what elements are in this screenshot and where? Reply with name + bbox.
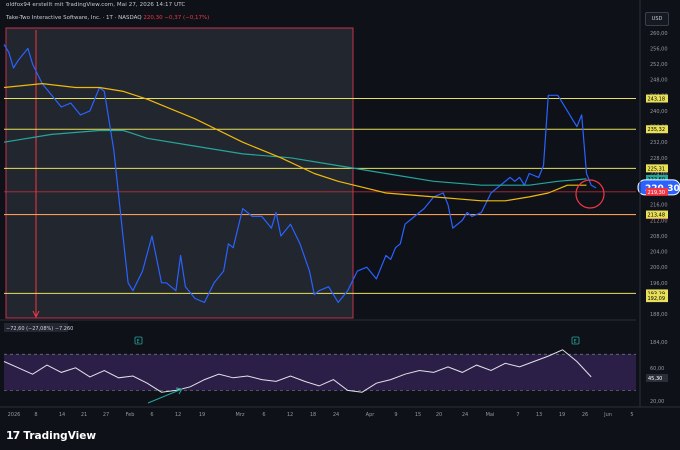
price-tag-label: 243,18 — [648, 97, 666, 103]
earnings-marker-label: E — [137, 339, 140, 345]
y-tick-label: 204,00 — [650, 250, 668, 256]
tradingview-logo-icon: 17 — [6, 429, 20, 442]
x-tick-label: 20 — [436, 412, 442, 418]
divergence-arrow — [147, 388, 183, 404]
rsi-tick-label: 20,00 — [650, 399, 664, 405]
x-tick-label: Mai — [486, 412, 495, 418]
y-tick-label: 248,00 — [650, 78, 668, 84]
x-tick-label: 12 — [175, 412, 181, 418]
x-tick-label: 5 — [630, 412, 633, 418]
x-tick-label: Apr — [366, 412, 376, 418]
last-price-text: 220,30 −0,37 (−0,17%) — [143, 15, 210, 21]
rsi-tick-label: 60,00 — [650, 366, 664, 372]
y-tick-label: 240,00 — [650, 109, 668, 115]
y-tick-label: 196,00 — [650, 281, 668, 287]
price-tag-label: 213,48 — [648, 213, 666, 219]
x-tick-label: 24 — [333, 412, 339, 418]
x-tick-label: 9 — [394, 412, 397, 418]
x-tick-label: 8 — [34, 412, 37, 418]
x-tick-label: 19 — [199, 412, 205, 418]
price-tag-label: 235,32 — [648, 127, 666, 133]
tradingview-logo-text: TradingView — [23, 429, 97, 442]
y-tick-label: 256,00 — [650, 46, 668, 52]
earnings-marker-label: E — [574, 339, 577, 345]
attribution-text: oldfox94 erstellt mit TradingView.com, M… — [6, 2, 186, 8]
y-tick-label: 232,00 — [650, 140, 668, 146]
x-tick-label: Jun — [603, 412, 612, 418]
x-tick-label: 24 — [462, 412, 468, 418]
y-tick-label: 188,00 — [650, 312, 668, 318]
x-tick-label: 12 — [287, 412, 293, 418]
highlight-box — [6, 28, 353, 318]
x-tick-label: 18 — [310, 412, 316, 418]
x-tick-label: 14 — [59, 412, 65, 418]
y-tick-label: 208,00 — [650, 234, 668, 240]
rsi-value-label: 45,30 — [648, 376, 662, 382]
y-tick-label: 252,00 — [650, 62, 668, 68]
x-tick-label: Feb — [126, 412, 135, 418]
x-tick-label: 6 — [150, 412, 153, 418]
currency-button[interactable]: USD — [645, 12, 669, 26]
x-tick-label: Mrz — [236, 412, 245, 418]
y-tick-label: 260,00 — [650, 31, 668, 37]
x-tick-label: 7 — [516, 412, 519, 418]
x-tick-label: 6 — [262, 412, 265, 418]
price-tag-label: 219,30 — [648, 190, 666, 196]
y-tick-label: 212,00 — [650, 218, 668, 224]
rsi-tick-label: 184,00 — [650, 340, 668, 346]
price-tag-label: 225,31 — [648, 166, 666, 172]
y-tick-label: 228,00 — [650, 156, 668, 162]
symbol-info: Take-Two Interactive Software, Inc. · 1T… — [6, 15, 209, 21]
x-tick-label: 15 — [415, 412, 421, 418]
symbol-line: Take-Two Interactive Software, Inc. · 1T… — [6, 15, 142, 21]
x-tick-label: 19 — [559, 412, 565, 418]
x-tick-label: 26 — [582, 412, 588, 418]
price-tag-label: 192,09 — [648, 296, 666, 302]
x-tick-label: 27 — [103, 412, 109, 418]
x-tick-label: 21 — [81, 412, 87, 418]
chart-canvas: 260,00256,00252,00248,00244,00240,00236,… — [0, 0, 680, 418]
x-tick-label: 13 — [536, 412, 542, 418]
x-tick-label: 2026 — [8, 412, 21, 418]
y-tick-label: 216,00 — [650, 203, 668, 209]
chart-root: 260,00256,00252,00248,00244,00240,00236,… — [0, 0, 680, 450]
tradingview-logo[interactable]: 17 TradingView — [6, 429, 96, 442]
indicator-label: −72,60 (−27,08%) −7.260 — [6, 326, 73, 332]
circle-annotation — [575, 179, 605, 209]
y-tick-label: 200,00 — [650, 265, 668, 271]
